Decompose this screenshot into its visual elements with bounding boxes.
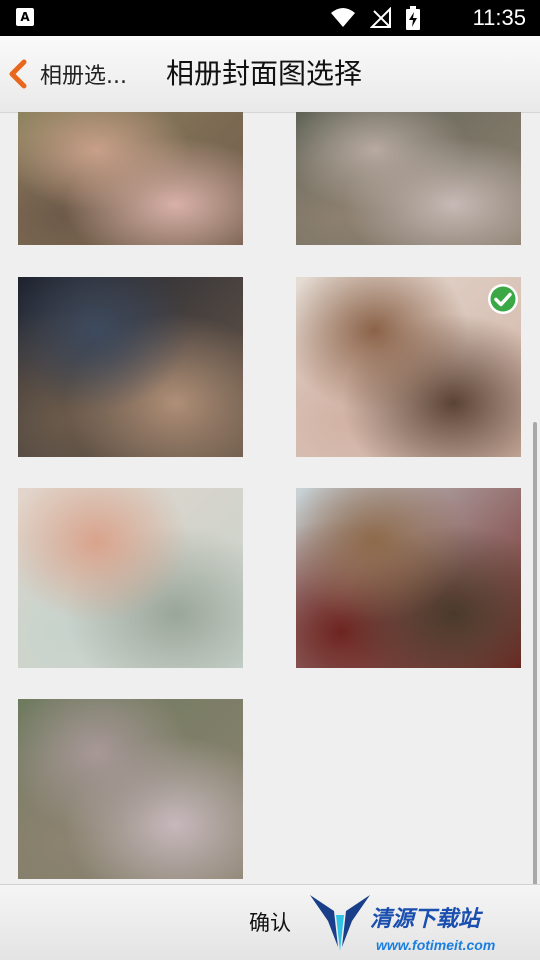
status-icons bbox=[330, 6, 420, 30]
photo-4[interactable] bbox=[296, 277, 521, 457]
confirm-button[interactable]: 确认 bbox=[230, 903, 310, 943]
photo-grid bbox=[0, 112, 540, 884]
watermark-text: 清源下载站 bbox=[370, 907, 481, 932]
battery-charging-icon bbox=[406, 6, 420, 30]
bottom-bar: 确认 清源下载站 www.fotimeit.com bbox=[0, 884, 540, 960]
notification-app-icon: A bbox=[16, 8, 34, 26]
chevron-left-icon bbox=[9, 59, 27, 89]
clock: 11:35 bbox=[472, 5, 526, 30]
logo-icon bbox=[310, 895, 370, 951]
screen: A 11:35 相册选... 相册封面图选择 确认 清源下载站 www.foti… bbox=[0, 0, 540, 960]
wifi-icon bbox=[331, 8, 355, 27]
watermark-logo: 清源下载站 www.fotimeit.com bbox=[308, 889, 508, 960]
scrollbar[interactable] bbox=[533, 422, 537, 884]
page-title: 相册封面图选择 bbox=[166, 57, 363, 90]
selected-check-icon bbox=[488, 284, 518, 314]
photo-3[interactable] bbox=[18, 277, 243, 457]
photo-2[interactable] bbox=[296, 112, 521, 245]
back-button[interactable]: 相册选... bbox=[6, 50, 156, 98]
signal-off-icon bbox=[370, 7, 391, 28]
photo-1[interactable] bbox=[18, 112, 243, 245]
photo-6[interactable] bbox=[296, 488, 521, 668]
status-bar: A 11:35 bbox=[0, 0, 540, 36]
back-label: 相册选... bbox=[40, 64, 127, 89]
photo-5[interactable] bbox=[18, 488, 243, 668]
watermark-url: www.fotimeit.com bbox=[376, 937, 496, 953]
photo-7[interactable] bbox=[18, 699, 243, 879]
title-bar: 相册选... 相册封面图选择 bbox=[0, 36, 540, 113]
